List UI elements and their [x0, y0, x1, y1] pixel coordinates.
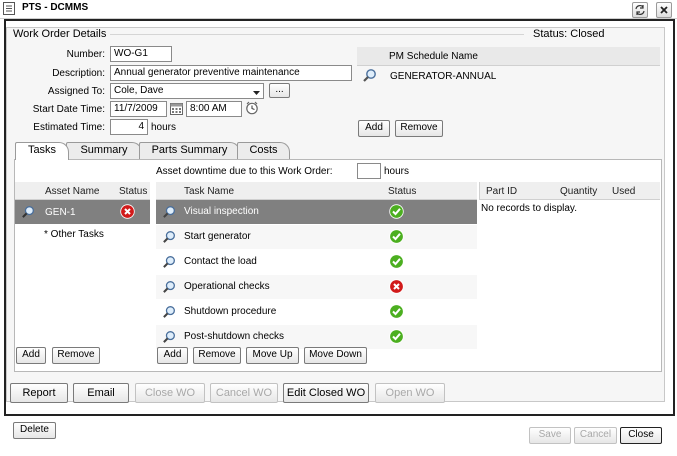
close-icon[interactable] [656, 2, 672, 18]
move-down-button[interactable]: Move Down [304, 347, 367, 364]
pm-schedule-name: GENERATOR-ANNUAL [390, 71, 497, 82]
magnifier-icon[interactable] [21, 205, 35, 219]
email-button[interactable]: Email [73, 383, 129, 403]
magnifier-icon[interactable] [162, 305, 176, 319]
magnifier-icon[interactable] [162, 330, 176, 344]
start-date-field[interactable]: 11/7/2009 [110, 101, 167, 117]
section-divider [110, 34, 524, 35]
tab-costs[interactable]: Costs [237, 142, 290, 159]
task-status-column: Status [388, 186, 417, 197]
chevron-down-icon[interactable] [253, 88, 260, 99]
task-name: Operational checks [184, 281, 270, 292]
task-remove-button[interactable]: Remove [193, 347, 241, 364]
task-add-button[interactable]: Add [157, 347, 188, 364]
tab-parts-summary[interactable]: Parts Summary [139, 142, 240, 159]
close-button[interactable]: Close [620, 427, 662, 444]
task-row[interactable]: Post-shutdown checks [156, 325, 477, 349]
error-icon [389, 279, 404, 294]
asset-row[interactable]: GEN-1 [15, 200, 150, 224]
save-button[interactable]: Save [529, 427, 571, 444]
pm-remove-button[interactable]: Remove [395, 120, 443, 137]
downtime-label: Asset downtime due to this Work Order: [156, 166, 333, 177]
move-up-button[interactable]: Move Up [246, 347, 299, 364]
close-wo-button[interactable]: Close WO [135, 383, 205, 403]
status-text: Status: Closed [533, 28, 605, 40]
tab-summary[interactable]: Summary [66, 142, 142, 159]
title-bar [0, 0, 677, 19]
window-title: PTS - DCMMS [22, 2, 89, 13]
task-name-column: Task Name [184, 186, 235, 197]
estimated-label: Estimated Time: [33, 122, 105, 133]
estimated-unit: hours [151, 122, 177, 133]
estimated-field[interactable]: 4 [110, 119, 148, 135]
start-time-field[interactable]: 8:00 AM [186, 101, 242, 117]
parts-grid-header: Part ID Quantity Used [479, 182, 660, 200]
asset-status-column: Status [119, 186, 148, 197]
check-icon [389, 204, 404, 219]
task-row[interactable]: Contact the load [156, 250, 477, 274]
magnifier-icon[interactable] [162, 280, 176, 294]
clock-icon[interactable] [245, 101, 259, 118]
task-name: Shutdown procedure [184, 306, 277, 317]
assigned-value: Cole, Dave [114, 85, 164, 96]
task-row[interactable]: Start generator [156, 225, 477, 249]
task-row[interactable]: Visual inspection [156, 200, 477, 224]
task-name: Contact the load [184, 256, 257, 267]
magnifier-icon[interactable] [162, 205, 176, 219]
asset-name: GEN-1 [45, 207, 76, 218]
tab-tasks[interactable]: Tasks [15, 142, 69, 160]
downtime-field[interactable] [357, 163, 381, 179]
part-quantity-column: Quantity [560, 186, 598, 197]
calendar-icon[interactable] [170, 102, 183, 118]
description-field[interactable]: Annual generator preventive maintenance [110, 65, 352, 81]
task-name: Post-shutdown checks [184, 331, 285, 342]
pm-add-button[interactable]: Add [358, 120, 390, 137]
other-tasks-label[interactable]: * Other Tasks [44, 229, 104, 240]
part-used-column: Used [612, 186, 636, 197]
cancel-wo-button[interactable]: Cancel WO [210, 383, 278, 403]
check-icon [389, 254, 404, 269]
restore-icon[interactable] [632, 2, 648, 18]
report-button[interactable]: Report [10, 383, 68, 403]
pm-schedule-column: PM Schedule Name [389, 51, 478, 62]
magnifier-icon[interactable] [162, 255, 176, 269]
error-icon [120, 204, 135, 219]
check-icon [389, 329, 404, 344]
assigned-select[interactable]: Cole, Dave [110, 83, 264, 99]
magnifier-icon[interactable] [362, 68, 377, 86]
task-name: Visual inspection [184, 206, 259, 217]
asset-add-button[interactable]: Add [16, 347, 46, 364]
app-icon [3, 2, 15, 15]
number-label: Number: [66, 49, 105, 60]
assigned-browse-button[interactable]: ... [269, 83, 290, 98]
delete-button[interactable]: Delete [13, 422, 56, 439]
edit-closed-wo-button[interactable]: Edit Closed WO [283, 383, 369, 403]
check-icon [389, 229, 404, 244]
task-grid-header: Task Name Status [156, 182, 477, 200]
cancel-button[interactable]: Cancel [574, 427, 617, 444]
assigned-label: Assigned To: [47, 86, 105, 97]
open-wo-button[interactable]: Open WO [375, 383, 445, 403]
magnifier-icon[interactable] [162, 230, 176, 244]
asset-grid-header: Asset Name Status [15, 182, 150, 200]
task-row[interactable]: Operational checks [156, 275, 477, 299]
pm-schedule-header: PM Schedule Name [357, 47, 660, 66]
asset-name-column: Asset Name [45, 186, 100, 197]
part-id-column: Part ID [486, 186, 518, 197]
downtime-unit: hours [384, 166, 410, 177]
asset-remove-button[interactable]: Remove [52, 347, 100, 364]
number-field[interactable]: WO-G1 [110, 46, 172, 62]
section-title: Work Order Details [13, 28, 107, 40]
task-name: Start generator [184, 231, 251, 242]
task-row[interactable]: Shutdown procedure [156, 300, 477, 324]
check-icon [389, 304, 404, 319]
parts-empty-message: No records to display. [481, 203, 577, 214]
start-date-label: Start Date Time: [32, 104, 105, 115]
description-label: Description: [52, 68, 105, 79]
